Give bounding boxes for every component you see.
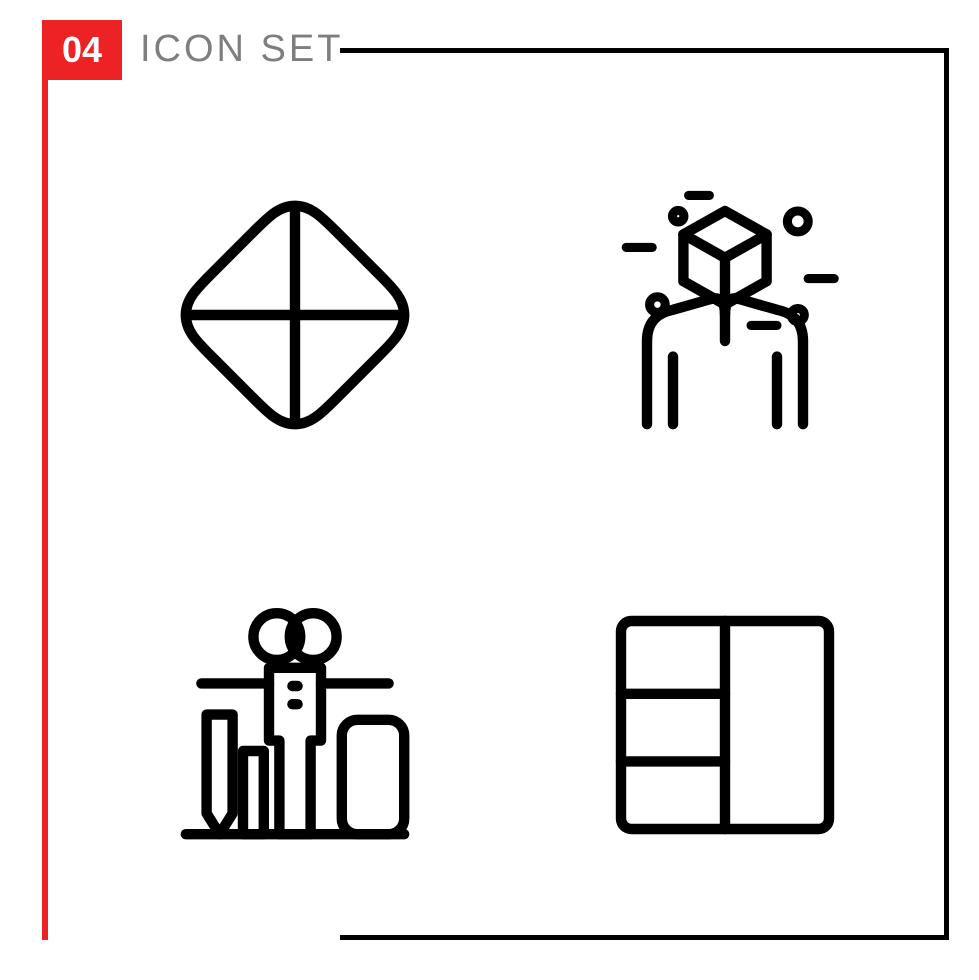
icon-cell (140, 560, 450, 890)
diamond-cross-icon (165, 185, 425, 445)
badge-number: 04 (42, 20, 122, 80)
icon-cell (570, 150, 880, 480)
icon-cell (570, 560, 880, 890)
accent-stripe (42, 20, 48, 940)
hands-box-icon (595, 185, 855, 445)
stage: 04 ICON SET (0, 0, 979, 980)
icon-grid (140, 150, 880, 890)
layout-grid-icon (595, 595, 855, 855)
page-title: ICON SET (140, 28, 343, 71)
person-balance-icon (165, 595, 425, 855)
icon-cell (140, 150, 450, 480)
